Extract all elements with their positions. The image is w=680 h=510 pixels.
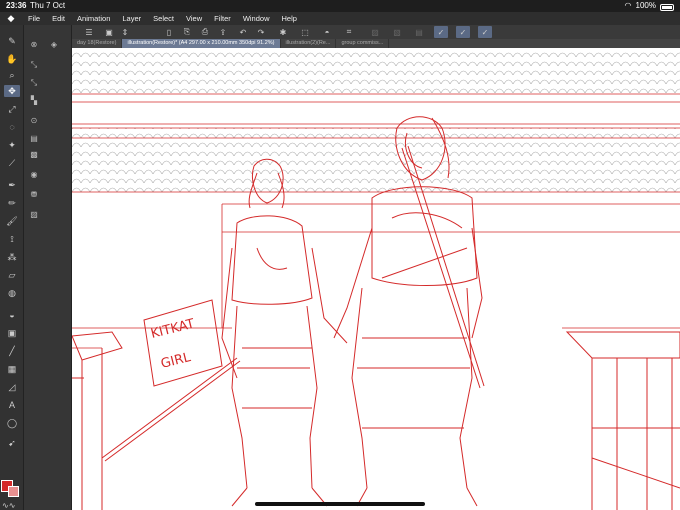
menu-animation[interactable]: Animation <box>71 12 116 25</box>
decoration-icon[interactable]: ⁂ <box>4 251 20 263</box>
sub-tool-7-icon[interactable]: ◉ <box>28 169 40 180</box>
lasso-icon[interactable]: ◌ <box>4 121 20 133</box>
pen-icon[interactable]: ✒ <box>4 179 20 191</box>
crowd-band-top <box>72 48 680 94</box>
frame-icon[interactable]: ▦ <box>4 363 20 375</box>
bench-left <box>72 331 123 510</box>
selection-icon[interactable]: ⬚ <box>298 26 312 38</box>
drawing-canvas[interactable]: KITKAT GIRL <box>72 48 680 510</box>
wifi-icon: ◠ <box>624 1 632 10</box>
status-time: 23:36 <box>6 1 27 10</box>
bench-right <box>565 331 680 510</box>
sub-tool-3-icon[interactable]: ▚ <box>28 95 40 106</box>
pen-pressure-2-icon[interactable]: ✓ <box>456 26 470 38</box>
sub-tool-9-icon[interactable]: ▨ <box>28 209 40 220</box>
pen-pressure-1-icon[interactable]: ✓ <box>434 26 448 38</box>
sub-tool-6-icon[interactable]: ▩ <box>28 149 40 160</box>
document-icon[interactable]: ▯ <box>162 26 176 38</box>
command-bar: ☰ ▣ ⇕ ▯ ⎘ ⎙ ⇪ ↶ ↷ ✱ ⬚ ◓ ⌗ ▨ ▧ ▤ ▦ ▥ ✓ ✓ … <box>72 25 680 39</box>
undo-icon[interactable]: ↶ <box>236 26 250 38</box>
menu-layer[interactable]: Layer <box>116 12 147 25</box>
magic-wand-icon[interactable]: ✦ <box>4 139 20 151</box>
tab-illustration-2[interactable]: illustration(2)(Re... <box>281 39 337 48</box>
airbrush-icon[interactable]: ⟟ <box>4 233 20 245</box>
sub-tool-palette: ⊗ ◈ ⤡ ⤡ ▚ ⊙ ▤ ▩ ◉ ⛃ ▨ <box>24 25 72 510</box>
menu-bar: ◆ File Edit Animation Layer Select View … <box>0 12 680 25</box>
home-indicator[interactable] <box>255 502 425 506</box>
transparent-color-icon[interactable]: ∿∿ <box>2 501 15 510</box>
line-icon[interactable]: ╱ <box>4 345 20 357</box>
sub-tool-list-icon[interactable]: ⊗ <box>28 39 40 50</box>
expand-icon[interactable]: ⇕ <box>118 26 132 38</box>
new-file-icon[interactable]: ▣ <box>102 26 116 38</box>
text-icon[interactable]: A <box>4 399 20 411</box>
blend-icon[interactable]: ◍ <box>4 287 20 299</box>
fill-bucket-icon[interactable]: ◒ <box>4 309 20 321</box>
tool-palette: ✎ ✋ ⌕ ✥ ⤢ ◌ ✦ ⟋ ✒ ✏ 🖌 ⟟ ⁂ ▱ ◍ ◒ ▣ ╱ ▦ ◿ … <box>0 25 24 510</box>
battery-icon <box>660 3 674 11</box>
sub-tool-5-icon[interactable]: ▤ <box>28 133 40 144</box>
flip-icon[interactable]: ▧ <box>390 26 404 38</box>
battery-percent: 100% <box>635 1 656 10</box>
menu-window[interactable]: Window <box>237 12 276 25</box>
sketch-artwork: KITKAT GIRL <box>72 48 680 510</box>
menu-select[interactable]: Select <box>147 12 180 25</box>
transform-icon[interactable]: ▨ <box>368 26 382 38</box>
pencil-icon[interactable]: ✏ <box>4 197 20 209</box>
hand-icon[interactable]: ✋ <box>4 53 20 65</box>
pen-pressure-3-icon[interactable]: ✓ <box>478 26 492 38</box>
layers-stack-icon[interactable]: ◈ <box>48 39 60 50</box>
tab-group-commission[interactable]: group commiss... <box>336 39 390 48</box>
menu-help[interactable]: Help <box>276 12 303 25</box>
sign-text-line1: KITKAT <box>149 317 196 342</box>
brush-icon[interactable]: 🖌 <box>4 215 20 227</box>
status-indicators: ◠ 100% <box>625 0 674 12</box>
zoom-icon[interactable]: ⌕ <box>4 69 20 81</box>
app-logo-icon[interactable]: ◆ <box>0 12 22 25</box>
fill-icon[interactable]: ◓ <box>320 26 334 38</box>
save-icon[interactable]: ⎘ <box>180 26 194 38</box>
figure-left <box>221 158 348 507</box>
sign-text-line2: GIRL <box>159 350 193 372</box>
object-select-icon[interactable]: ⤢ <box>4 103 20 115</box>
sub-tool-8-icon[interactable]: ⛃ <box>28 189 40 200</box>
share-icon[interactable]: ⇪ <box>216 26 230 38</box>
status-date: Thu 7 Oct <box>30 1 66 10</box>
rotate-icon[interactable]: ▤ <box>412 26 426 38</box>
menu-file[interactable]: File <box>22 12 46 25</box>
sub-tool-2-icon[interactable]: ⤡ <box>28 77 40 88</box>
redo-icon[interactable]: ↷ <box>254 26 268 38</box>
correct-line-icon[interactable]: ➹ <box>4 437 20 449</box>
balloon-icon[interactable]: ◯ <box>4 417 20 429</box>
ios-status-bar: 23:36 Thu 7 Oct ◠ 100% <box>0 0 680 12</box>
move-icon[interactable]: ✥ <box>4 85 20 97</box>
sub-tool-4-icon[interactable]: ⊙ <box>28 115 40 126</box>
ruler-tool-icon[interactable]: ◿ <box>4 381 20 393</box>
tab-illustration-active[interactable]: illustration(Restore)* (A4 297.00 x 210.… <box>122 39 281 48</box>
document-tabs: day 18(Restore) illustration(Restore)* (… <box>72 39 680 48</box>
sub-color-swatch[interactable] <box>8 486 19 497</box>
menu-view[interactable]: View <box>180 12 208 25</box>
eyedropper-icon[interactable]: ⟋ <box>4 157 20 169</box>
menu-edit[interactable]: Edit <box>46 12 71 25</box>
clear-icon[interactable]: ✱ <box>276 26 290 38</box>
gradient-icon[interactable]: ▣ <box>4 327 20 339</box>
menu-filter[interactable]: Filter <box>208 12 237 25</box>
hamburger-menu-icon[interactable]: ☰ <box>82 26 96 38</box>
eraser-icon[interactable]: ▱ <box>4 269 20 281</box>
brush-size-icon[interactable]: ✎ <box>4 35 20 47</box>
tab-day18[interactable]: day 18(Restore) <box>72 39 123 48</box>
sub-tool-1-icon[interactable]: ⤡ <box>28 59 40 70</box>
print-icon[interactable]: ⎙ <box>198 26 212 38</box>
crop-icon[interactable]: ⌗ <box>342 26 356 38</box>
